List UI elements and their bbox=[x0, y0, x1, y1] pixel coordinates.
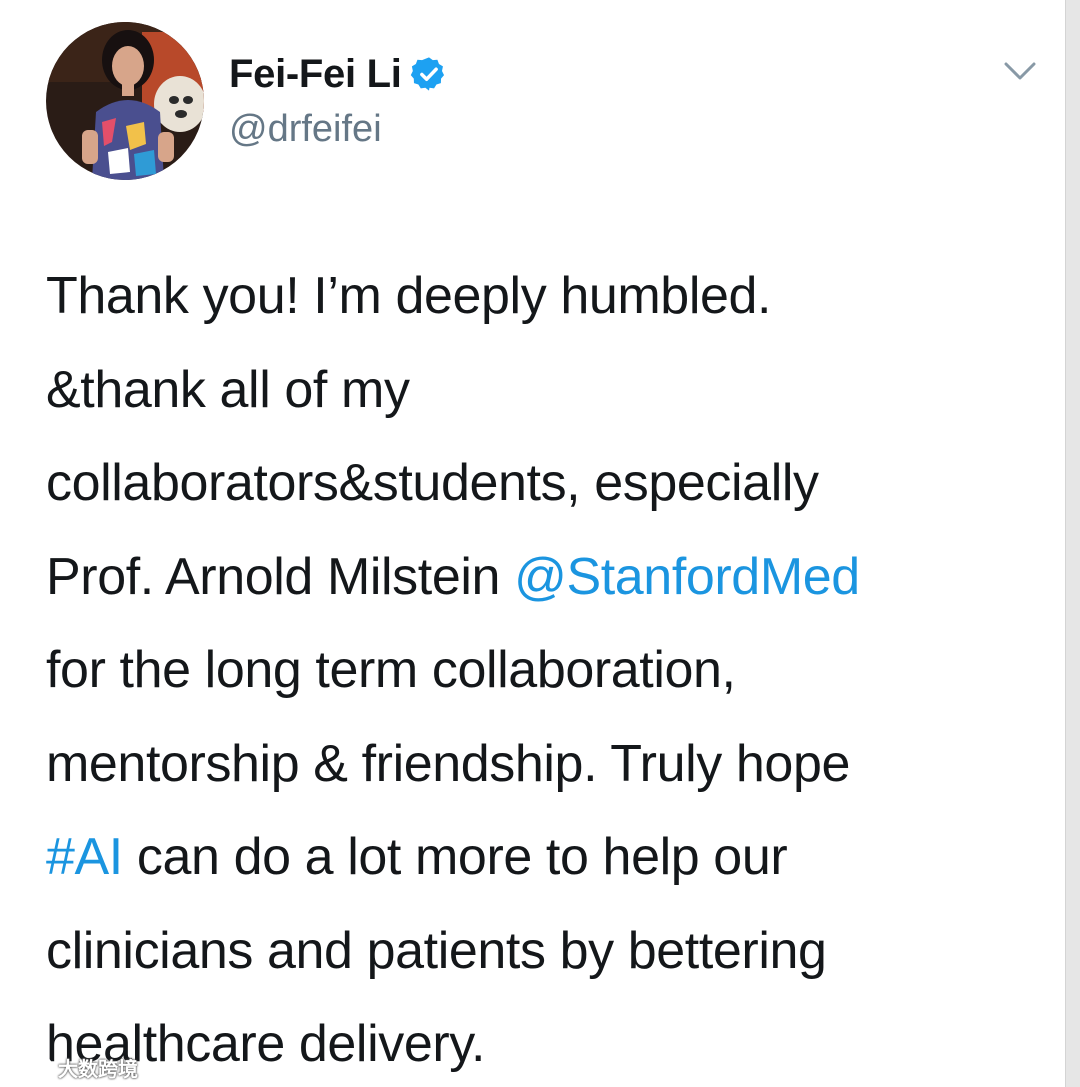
avatar[interactable] bbox=[46, 22, 204, 180]
tweet-text-line: mentorship & friendship. Truly hope bbox=[46, 734, 850, 793]
tweet-text-fragment: can do a lot more to help our bbox=[122, 828, 788, 886]
watermark-text: 大数跨境 bbox=[58, 1058, 138, 1081]
scrollbar[interactable] bbox=[1065, 0, 1080, 1087]
tweet-menu-button[interactable] bbox=[1000, 56, 1040, 86]
tweet-text-line: Prof. Arnold Milstein @StanfordMed bbox=[46, 531, 1046, 625]
display-name[interactable]: Fei-Fei Li bbox=[229, 52, 402, 97]
tweet-text-line: Thank you! I’m deeply humbled. bbox=[46, 267, 772, 325]
tweet-text-line: healthcare delivery. bbox=[46, 1015, 486, 1073]
verified-badge-icon bbox=[410, 55, 448, 93]
tweet-text-line: clinicians and patients by bettering bbox=[46, 921, 827, 980]
watermark: 大数跨境 bbox=[8, 1050, 138, 1084]
tweet-card: Fei-Fei Li @drfeifei Thank you! I’m deep… bbox=[0, 0, 1080, 1087]
hashtag-link-ai[interactable]: #AI bbox=[46, 828, 123, 886]
author-handle[interactable]: @drfeifei bbox=[229, 108, 382, 151]
tweet-text-line: collaborators&students, especially bbox=[46, 454, 819, 512]
watermark-logo-icon bbox=[10, 1057, 52, 1078]
author-name-row[interactable]: Fei-Fei Li bbox=[229, 48, 448, 100]
profile-photo-icon bbox=[46, 22, 204, 180]
mention-link-stanfordmed[interactable]: @StanfordMed bbox=[514, 548, 860, 606]
tweet-text-fragment: Prof. Arnold Milstein bbox=[46, 547, 515, 606]
chevron-down-icon bbox=[1004, 62, 1036, 80]
tweet-text-line: &thank all of my bbox=[46, 360, 410, 419]
tweet-text-line: for the long term collaboration, bbox=[46, 641, 736, 699]
tweet-text: Thank you! I’m deeply humbled. &thank al… bbox=[46, 250, 1046, 1087]
tweet-text-line: #AI can do a lot more to help our bbox=[46, 811, 1046, 905]
